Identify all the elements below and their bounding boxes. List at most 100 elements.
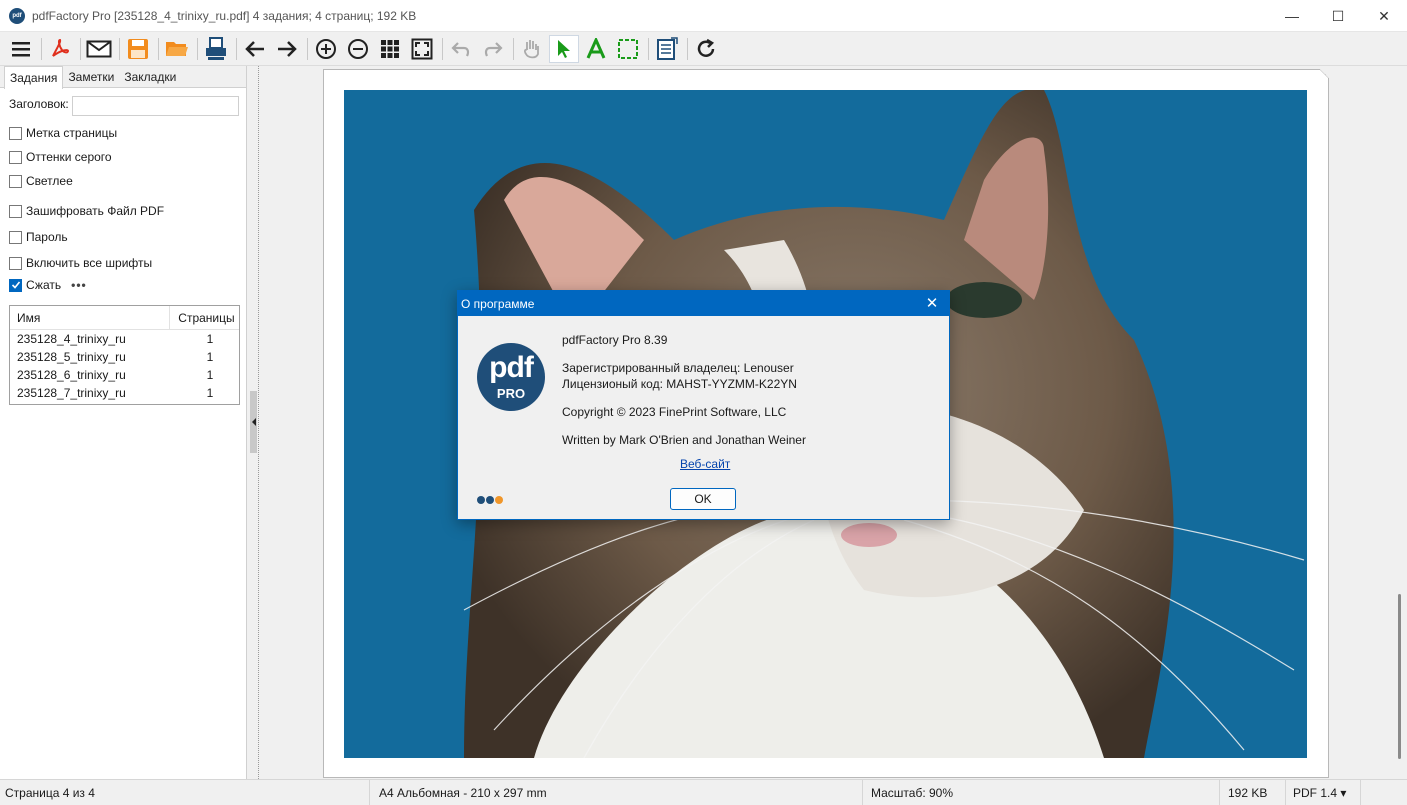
select-arrow-icon[interactable]: [549, 34, 579, 63]
option-compress[interactable]: Сжать •••: [9, 278, 87, 292]
table-row[interactable]: 235128_4_trinixy_ru 1: [10, 330, 239, 348]
website-link[interactable]: Веб-сайт: [680, 457, 730, 471]
toolbar-separator: [648, 37, 649, 60]
checkbox[interactable]: [9, 150, 22, 164]
zoom-out-icon[interactable]: [343, 35, 373, 63]
dialog-title-bar: О программе ✕: [458, 291, 949, 316]
redo-icon[interactable]: [478, 35, 508, 63]
option-grayscale[interactable]: Оттенки серого: [9, 150, 112, 164]
menu-icon[interactable]: [6, 35, 36, 63]
page-corner: [1320, 69, 1329, 78]
brand-dots-icon: [477, 496, 504, 504]
job-list-header: Имя Страницы: [10, 305, 239, 330]
checkmark-icon: [11, 281, 20, 289]
job-pages: 1: [206, 368, 214, 382]
toolbar-separator: [158, 37, 159, 60]
logo-subtext: PRO: [496, 386, 526, 401]
zoom-in-icon[interactable]: [311, 35, 341, 63]
fit-page-icon[interactable]: [407, 35, 437, 63]
option-password[interactable]: Пароль: [9, 230, 68, 244]
option-label: Включить все шрифты: [26, 256, 153, 270]
heading-input[interactable]: [72, 96, 239, 116]
chevron-left-icon: [251, 418, 256, 426]
toolbar: [0, 32, 1407, 66]
divider: [258, 66, 259, 779]
toolbar-separator: [41, 37, 42, 60]
arrow-right-icon[interactable]: [272, 35, 302, 63]
checkbox[interactable]: [9, 230, 22, 244]
minimize-button[interactable]: —: [1269, 0, 1315, 32]
grid-icon[interactable]: [375, 35, 405, 63]
text-tool-icon[interactable]: [581, 35, 611, 63]
panel-tabs: Задания Заметки Закладки: [0, 66, 246, 89]
title-bar: pdf pdfFactory Pro [235128_4_trinixy_ru.…: [0, 0, 1407, 32]
pdf-icon[interactable]: [45, 35, 75, 63]
authors: Written by Mark O'Brien and Jonathan Wei…: [562, 433, 806, 447]
more-options-button[interactable]: •••: [71, 278, 87, 292]
mail-icon[interactable]: [84, 35, 114, 63]
option-embed-fonts[interactable]: Включить все шрифты: [9, 256, 152, 270]
table-row[interactable]: 235128_5_trinixy_ru 1: [10, 348, 239, 366]
option-label: Оттенки серого: [26, 150, 112, 164]
print-icon[interactable]: [201, 35, 231, 63]
ok-button[interactable]: OK: [670, 488, 736, 510]
crop-icon[interactable]: [613, 35, 643, 63]
checkbox[interactable]: [9, 174, 22, 188]
job-name: 235128_5_trinixy_ru: [17, 350, 126, 364]
tab-jobs[interactable]: Задания: [4, 66, 64, 89]
undo-icon[interactable]: [446, 35, 476, 63]
table-row[interactable]: 235128_7_trinixy_ru 1: [10, 384, 239, 402]
save-icon[interactable]: [123, 35, 153, 63]
checkbox[interactable]: [9, 126, 22, 140]
open-folder-icon[interactable]: [162, 35, 192, 63]
window-title: pdfFactory Pro [235128_4_trinixy_ru.pdf]…: [32, 8, 417, 23]
toolbar-separator: [687, 37, 688, 60]
collapse-panel-handle[interactable]: [250, 391, 257, 453]
tab-notes[interactable]: Заметки: [63, 66, 119, 87]
status-zoom[interactable]: Масштаб: 90%: [863, 779, 1220, 805]
logo-text: pdf: [489, 351, 534, 384]
job-pages: 1: [206, 386, 214, 400]
toolbar-separator: [119, 37, 120, 60]
checkbox[interactable]: [9, 204, 22, 218]
toolbar-separator: [236, 37, 237, 60]
left-panel: Задания Заметки Закладки Заголовок: Метк…: [0, 66, 247, 779]
toolbar-separator: [307, 37, 308, 60]
pdffactory-logo-icon: pdf PRO: [477, 343, 545, 411]
notes-icon[interactable]: [652, 35, 682, 63]
pdf-version-select[interactable]: PDF 1.4 ▾: [1286, 779, 1361, 805]
option-page-stamp[interactable]: Метка страницы: [9, 126, 117, 140]
checkbox-checked[interactable]: [9, 278, 22, 292]
job-name: 235128_4_trinixy_ru: [17, 332, 126, 346]
option-label: Пароль: [26, 230, 68, 244]
toolbar-separator: [197, 37, 198, 60]
tab-bookmarks[interactable]: Закладки: [119, 66, 181, 87]
column-header-pages[interactable]: Страницы: [169, 305, 239, 330]
dot: [486, 496, 494, 504]
job-pages: 1: [206, 332, 214, 346]
toolbar-separator: [80, 37, 81, 60]
product-version: pdfFactory Pro 8.39: [562, 333, 668, 347]
option-lighter[interactable]: Светлее: [9, 174, 73, 188]
table-row[interactable]: 235128_6_trinixy_ru 1: [10, 366, 239, 384]
window-controls: — ☐ ✕: [1269, 0, 1407, 32]
job-name: 235128_7_trinixy_ru: [17, 386, 126, 400]
column-header-name[interactable]: Имя: [10, 311, 169, 325]
close-window-button[interactable]: ✕: [1361, 0, 1407, 32]
status-page: Страница 4 из 4: [0, 779, 370, 805]
close-icon[interactable]: ✕: [923, 294, 941, 312]
option-label: Светлее: [26, 174, 73, 188]
checkbox[interactable]: [9, 256, 22, 270]
copyright: Copyright © 2023 FinePrint Software, LLC: [562, 405, 787, 419]
license-code: Лицензионый код: MAHST-YYZMM-K22YN: [562, 377, 797, 391]
dot: [495, 496, 503, 504]
job-list: Имя Страницы 235128_4_trinixy_ru 1 23512…: [9, 305, 240, 405]
arrow-left-icon[interactable]: [240, 35, 270, 63]
dialog-title: О программе: [461, 296, 535, 311]
option-encrypt[interactable]: Зашифровать Файл PDF: [9, 204, 164, 218]
maximize-button[interactable]: ☐: [1315, 0, 1361, 32]
hand-icon[interactable]: [517, 35, 547, 63]
refresh-icon[interactable]: [691, 35, 721, 63]
toolbar-separator: [513, 37, 514, 60]
vertical-scrollbar[interactable]: [1398, 594, 1401, 759]
